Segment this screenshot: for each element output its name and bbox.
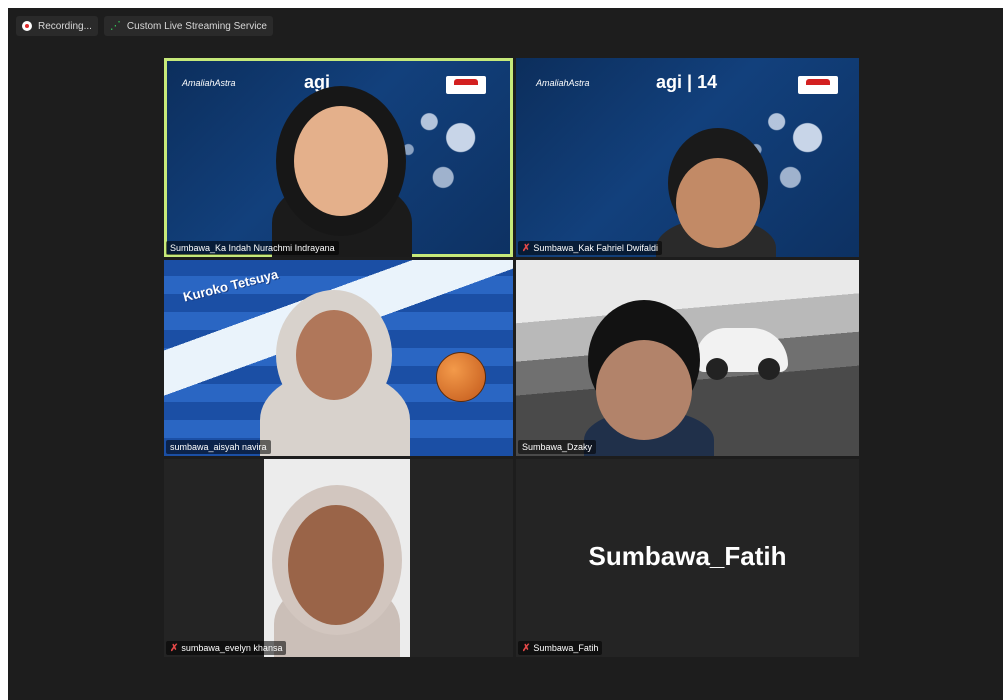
record-icon [22,21,32,31]
event-badge [446,76,486,94]
participant-name-tag: sumbawa_aisyah navira [166,440,271,454]
video-tile-2[interactable]: AmaliahAstra agi | 14 ✗ Sumbawa_Kak Fahr… [516,58,859,257]
brand-logo-text: AmaliahAstra [536,78,590,88]
live-stream-indicator[interactable]: ⋰ Custom Live Streaming Service [103,16,273,36]
meeting-window: Recording... ⋰ Custom Live Streaming Ser… [8,8,1003,700]
video-tile-3[interactable]: Kuroko Tetsuya sumbawa_aisyah navira [164,260,513,456]
participant-name-tag: ✗ Sumbawa_Fatih [518,641,603,655]
basketball-graphic [436,352,486,402]
mic-muted-icon: ✗ [170,642,179,654]
event-logo: agi | 14 [656,72,718,92]
camera-off-name: Sumbawa_Fatih [588,541,787,571]
video-tile-1[interactable]: AmaliahAstra agi Sumbawa_Ka Indah Nurach… [164,58,513,257]
participant-name-tag: Sumbawa_Ka Indah Nurachmi Indrayana [166,241,339,255]
participant-video [264,459,410,657]
live-stream-label: Custom Live Streaming Service [126,20,267,32]
participant-name: sumbawa_aisyah navira [170,442,267,452]
broadcast-icon: ⋰ [109,19,121,32]
recording-label: Recording... [38,20,92,32]
car-graphic [696,328,788,380]
event-badge [798,76,838,94]
top-status-bar: Recording... ⋰ Custom Live Streaming Ser… [16,16,273,36]
brand-logo-text: AmaliahAstra [182,78,236,88]
participant-name-tag: ✗ sumbawa_evelyn khansa [166,641,287,655]
video-tile-6[interactable]: Sumbawa_Fatih ✗ Sumbawa_Fatih [516,459,859,657]
participant-name: sumbawa_evelyn khansa [181,643,283,653]
participant-name-tag: ✗ Sumbawa_Kak Fahriel Dwifaldi [518,241,662,255]
mic-muted-icon: ✗ [522,242,531,254]
participant-name: Sumbawa_Kak Fahriel Dwifaldi [533,243,658,253]
participant-name-tag: Sumbawa_Dzaky [518,440,597,454]
video-tile-5[interactable]: ✗ sumbawa_evelyn khansa [164,459,513,657]
mic-muted-icon: ✗ [522,642,531,654]
participant-name: Sumbawa_Fatih [533,643,599,653]
participant-name: Sumbawa_Ka Indah Nurachmi Indrayana [170,243,335,253]
background-title: Kuroko Tetsuya [181,266,280,305]
video-tile-4[interactable]: Sumbawa_Dzaky [516,260,859,456]
participant-name: Sumbawa_Dzaky [522,442,593,452]
recording-indicator[interactable]: Recording... [16,16,98,36]
